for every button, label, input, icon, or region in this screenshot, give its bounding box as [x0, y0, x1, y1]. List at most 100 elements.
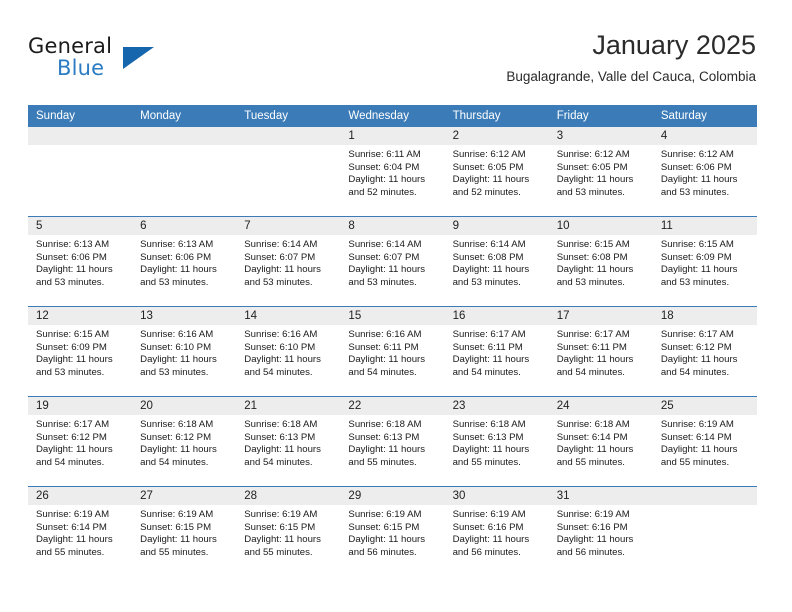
calendar-day-cell[interactable]: 12 Sunrise: 6:15 AM Sunset: 6:09 PM Dayligh…	[28, 306, 133, 397]
daylight-text-line2: and 54 minutes.	[556, 366, 625, 378]
day-number: 10	[548, 217, 653, 235]
day-cell-inner: 19 Sunrise: 6:17 AM Sunset: 6:12 PM Dayligh…	[28, 397, 133, 486]
daylight-text-line2: and 55 minutes.	[348, 456, 417, 468]
calendar-day-cell[interactable]: 25 Sunrise: 6:19 AM Sunset: 6:14 PM Dayligh…	[652, 396, 757, 487]
day-number	[132, 127, 237, 145]
calendar-day-cell[interactable]: 18 Sunrise: 6:17 AM Sunset: 6:12 PM Dayligh…	[652, 306, 757, 397]
logo-general-blue[interactable]: General Blue	[28, 34, 168, 92]
sunset-text: Sunset: 6:16 PM	[452, 521, 524, 533]
calendar-day-cell[interactable]: 7 Sunrise: 6:14 AM Sunset: 6:07 PM Daylight…	[236, 216, 341, 307]
sunset-text: Sunset: 6:10 PM	[244, 341, 316, 353]
day-number: 1	[340, 127, 445, 145]
sunset-text: Sunset: 6:15 PM	[348, 521, 420, 533]
day-cell-inner: 13 Sunrise: 6:16 AM Sunset: 6:10 PM Dayligh…	[132, 307, 237, 396]
sunset-text: Sunset: 6:11 PM	[348, 341, 419, 353]
calendar-day-cell[interactable]: 31 Sunrise: 6:19 AM Sunset: 6:16 PM Dayligh…	[548, 486, 653, 576]
calendar-day-cell[interactable]: 19 Sunrise: 6:17 AM Sunset: 6:12 PM Dayligh…	[28, 396, 133, 487]
sunrise-text: Sunrise: 6:19 AM	[36, 509, 110, 520]
daylight-text-line1: Daylight: 11 hours	[244, 264, 321, 276]
daylight-text-line2: and 56 minutes.	[452, 546, 521, 558]
calendar-day-cell[interactable]: 28 Sunrise: 6:19 AM Sunset: 6:15 PM Dayligh…	[236, 486, 341, 576]
calendar-day-cell[interactable]: 1 Sunrise: 6:11 AM Sunset: 6:04 PM Daylight…	[340, 127, 445, 217]
day-sun-info: Sunrise: 6:18 AM Sunset: 6:13 PM Daylight:…	[340, 415, 444, 469]
calendar-header-row: Sunday Monday Tuesday Wednesday Thursday…	[28, 105, 757, 127]
calendar-day-cell[interactable]: 3 Sunrise: 6:12 AM Sunset: 6:05 PM Daylight…	[548, 127, 653, 217]
sunset-text: Sunset: 6:14 PM	[660, 431, 732, 443]
day-cell-inner	[132, 127, 237, 216]
daylight-text-line1: Daylight: 11 hours	[452, 534, 530, 546]
calendar-day-cell[interactable]: 15 Sunrise: 6:16 AM Sunset: 6:11 PM Dayligh…	[340, 306, 445, 397]
weekday-header-friday: Friday	[548, 105, 653, 127]
day-number: 8	[340, 217, 445, 235]
sunrise-text: Sunrise: 6:18 AM	[348, 419, 422, 430]
day-cell-inner: 15 Sunrise: 6:16 AM Sunset: 6:11 PM Dayligh…	[340, 307, 445, 396]
calendar-day-cell[interactable]: 23 Sunrise: 6:18 AM Sunset: 6:13 PM Dayligh…	[444, 396, 549, 487]
sunrise-text: Sunrise: 6:17 AM	[36, 419, 110, 430]
calendar-day-cell[interactable]: 24 Sunrise: 6:18 AM Sunset: 6:14 PM Dayligh…	[548, 396, 653, 487]
calendar-day-cell[interactable]: 9 Sunrise: 6:14 AM Sunset: 6:08 PM Daylight…	[444, 216, 549, 307]
day-sun-info: Sunrise: 6:13 AM Sunset: 6:06 PM Daylight:…	[28, 235, 132, 289]
sunset-text: Sunset: 6:06 PM	[140, 251, 212, 263]
sunset-text: Sunset: 6:12 PM	[140, 431, 212, 443]
calendar-day-cell[interactable]: 4 Sunrise: 6:12 AM Sunset: 6:06 PM Daylight…	[652, 127, 757, 217]
day-cell-inner: 17 Sunrise: 6:17 AM Sunset: 6:11 PM Dayligh…	[548, 307, 653, 396]
day-number: 14	[236, 307, 341, 325]
daylight-text-line2: and 54 minutes.	[348, 366, 417, 378]
daylight-text-line1: Daylight: 11 hours	[348, 264, 426, 276]
daylight-text-line1: Daylight: 11 hours	[244, 534, 321, 546]
calendar-day-cell[interactable]: 5 Sunrise: 6:13 AM Sunset: 6:06 PM Daylight…	[28, 216, 133, 307]
day-cell-inner: 22 Sunrise: 6:18 AM Sunset: 6:13 PM Dayligh…	[340, 397, 445, 486]
calendar-week-row: 5 Sunrise: 6:13 AM Sunset: 6:06 PM Daylight…	[28, 216, 757, 307]
page-title: January 2025	[592, 30, 756, 60]
day-cell-inner: 10 Sunrise: 6:15 AM Sunset: 6:08 PM Dayligh…	[548, 217, 653, 306]
daylight-text-line2: and 56 minutes.	[556, 546, 625, 558]
sunrise-text: Sunrise: 6:18 AM	[452, 419, 526, 430]
day-number: 28	[236, 487, 341, 505]
daylight-text-line1: Daylight: 11 hours	[556, 534, 634, 546]
day-cell-inner: 25 Sunrise: 6:19 AM Sunset: 6:14 PM Dayligh…	[652, 397, 757, 486]
sunrise-text: Sunrise: 6:16 AM	[244, 329, 318, 340]
day-cell-inner: 16 Sunrise: 6:17 AM Sunset: 6:11 PM Dayligh…	[444, 307, 549, 396]
sunrise-text: Sunrise: 6:18 AM	[556, 419, 630, 430]
calendar-day-cell[interactable]: 10 Sunrise: 6:15 AM Sunset: 6:08 PM Dayligh…	[548, 216, 653, 307]
calendar-day-cell[interactable]: 14 Sunrise: 6:16 AM Sunset: 6:10 PM Dayligh…	[236, 306, 341, 397]
calendar-day-cell[interactable]: 17 Sunrise: 6:17 AM Sunset: 6:11 PM Dayligh…	[548, 306, 653, 397]
day-sun-info: Sunrise: 6:19 AM Sunset: 6:15 PM Daylight:…	[236, 505, 340, 559]
day-sun-info: Sunrise: 6:18 AM Sunset: 6:13 PM Daylight:…	[445, 415, 549, 469]
calendar-day-cell[interactable]: 11 Sunrise: 6:15 AM Sunset: 6:09 PM Dayligh…	[652, 216, 757, 307]
calendar-body: 1 Sunrise: 6:11 AM Sunset: 6:04 PM Daylight…	[28, 127, 757, 576]
calendar-day-cell[interactable]: 2 Sunrise: 6:12 AM Sunset: 6:05 PM Daylight…	[444, 127, 549, 217]
calendar-day-cell[interactable]: 16 Sunrise: 6:17 AM Sunset: 6:11 PM Dayligh…	[444, 306, 549, 397]
day-cell-inner: 3 Sunrise: 6:12 AM Sunset: 6:05 PM Daylight…	[548, 127, 653, 216]
calendar-empty-cell	[28, 127, 133, 217]
day-sun-info: Sunrise: 6:12 AM Sunset: 6:05 PM Daylight:…	[445, 145, 549, 199]
sunrise-text: Sunrise: 6:19 AM	[140, 509, 214, 520]
sunrise-text: Sunrise: 6:18 AM	[140, 419, 214, 430]
calendar-day-cell[interactable]: 20 Sunrise: 6:18 AM Sunset: 6:12 PM Dayligh…	[132, 396, 237, 487]
calendar-day-cell[interactable]: 21 Sunrise: 6:18 AM Sunset: 6:13 PM Dayligh…	[236, 396, 341, 487]
daylight-text-line2: and 53 minutes.	[140, 276, 209, 288]
calendar-day-cell[interactable]: 6 Sunrise: 6:13 AM Sunset: 6:06 PM Daylight…	[132, 216, 237, 307]
day-sun-info: Sunrise: 6:19 AM Sunset: 6:15 PM Daylight:…	[132, 505, 236, 559]
sunset-text: Sunset: 6:15 PM	[140, 521, 212, 533]
weekday-header-thursday: Thursday	[444, 105, 549, 127]
calendar-day-cell[interactable]: 29 Sunrise: 6:19 AM Sunset: 6:15 PM Dayligh…	[340, 486, 445, 576]
day-number: 7	[236, 217, 341, 235]
title-block: January 2025 Bugalagrande, Valle del Cau…	[506, 28, 756, 85]
day-number	[652, 487, 757, 505]
daylight-text-line2: and 54 minutes.	[244, 366, 313, 378]
calendar-day-cell[interactable]: 13 Sunrise: 6:16 AM Sunset: 6:10 PM Dayligh…	[132, 306, 237, 397]
sunset-text: Sunset: 6:07 PM	[244, 251, 316, 263]
weekday-header-sunday: Sunday	[28, 105, 133, 127]
daylight-text-line2: and 53 minutes.	[660, 186, 730, 198]
calendar-day-cell[interactable]: 27 Sunrise: 6:19 AM Sunset: 6:15 PM Dayligh…	[132, 486, 237, 576]
calendar-day-cell[interactable]: 26 Sunrise: 6:19 AM Sunset: 6:14 PM Dayligh…	[28, 486, 133, 576]
sunrise-text: Sunrise: 6:12 AM	[556, 149, 630, 160]
calendar-day-cell[interactable]: 30 Sunrise: 6:19 AM Sunset: 6:16 PM Dayligh…	[444, 486, 549, 576]
sunset-text: Sunset: 6:05 PM	[452, 161, 524, 173]
day-number: 6	[132, 217, 237, 235]
logo-text-blue: Blue	[57, 56, 105, 80]
day-sun-info: Sunrise: 6:19 AM Sunset: 6:14 PM Daylight:…	[653, 415, 757, 469]
calendar-day-cell[interactable]: 8 Sunrise: 6:14 AM Sunset: 6:07 PM Daylight…	[340, 216, 445, 307]
calendar-day-cell[interactable]: 22 Sunrise: 6:18 AM Sunset: 6:13 PM Dayligh…	[340, 396, 445, 487]
